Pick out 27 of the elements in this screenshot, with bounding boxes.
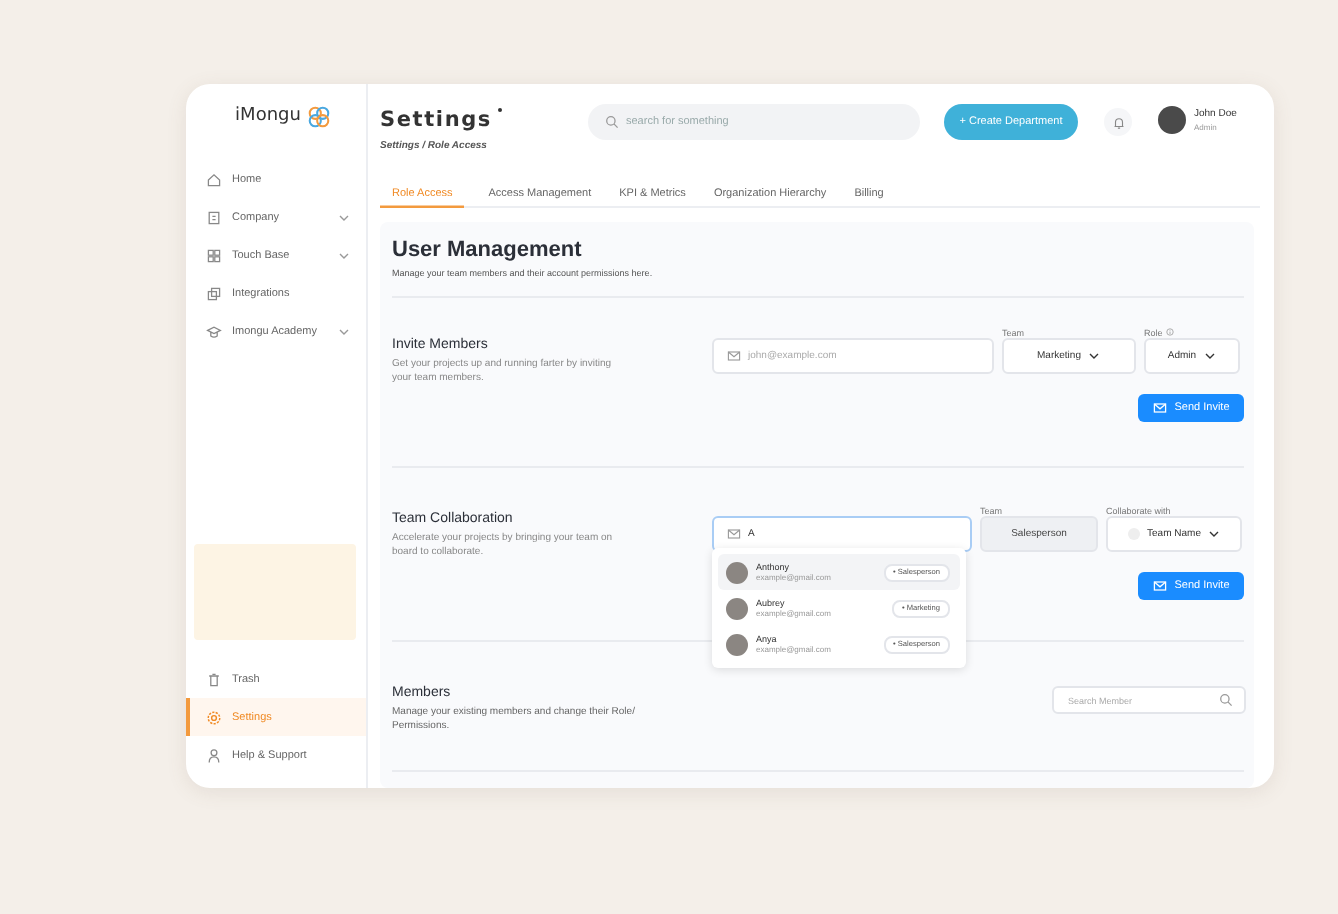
section-heading: User Management: [392, 238, 584, 262]
notification-button[interactable]: [1104, 108, 1132, 136]
settings-icon: [206, 709, 222, 725]
trash-icon: [206, 671, 222, 687]
avatar: [726, 633, 748, 655]
logo-text: iMongu: [235, 106, 301, 126]
cap-icon: [206, 323, 222, 339]
avatar: [726, 561, 748, 583]
squares-icon: [206, 285, 222, 301]
mail-icon: [1152, 578, 1169, 594]
mail-icon: [1152, 400, 1169, 416]
bell-icon: [1111, 115, 1125, 129]
logo-icon: [306, 103, 333, 129]
mail-icon: [726, 348, 742, 364]
chevron-down-icon: [1088, 352, 1101, 360]
building-icon: [206, 209, 222, 225]
avatar[interactable]: [1158, 106, 1186, 134]
mail-icon: [726, 526, 742, 542]
search-icon: [1218, 692, 1234, 708]
page-title: Settings: [380, 108, 494, 134]
grid-icon: [206, 247, 222, 263]
chevron-down-icon: [1204, 352, 1217, 360]
chevron-down-icon: [1208, 530, 1221, 538]
avatar: [726, 597, 748, 619]
person-icon: [206, 747, 222, 763]
search-icon: [604, 114, 620, 130]
home-icon: [206, 171, 222, 187]
